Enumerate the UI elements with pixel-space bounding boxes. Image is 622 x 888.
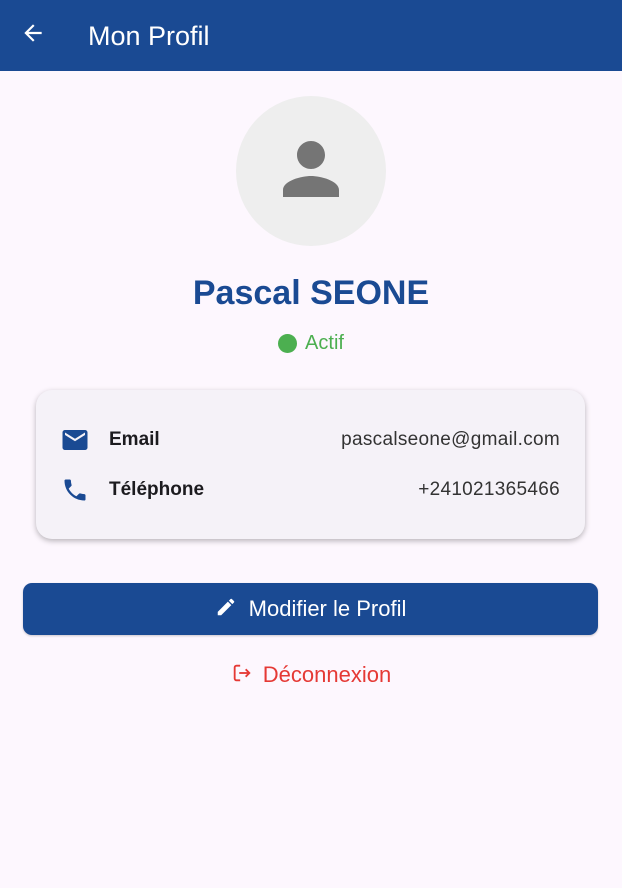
email-value: pascalseone@gmail.com (341, 429, 560, 450)
back-button[interactable] (14, 16, 52, 54)
phone-value: +241021365466 (418, 479, 560, 500)
contact-card: Email pascalseone@gmail.com Téléphone +2… (36, 390, 585, 539)
status-dot-icon (278, 333, 298, 353)
person-icon (269, 127, 353, 216)
mail-icon (60, 425, 90, 455)
arrow-back-icon (20, 20, 46, 51)
page-title: Mon Profil (88, 21, 210, 51)
logout-icon (231, 662, 253, 689)
profile-name: Pascal SEONE (192, 274, 430, 312)
status-label: Actif (305, 332, 344, 354)
status-badge: Actif (0, 330, 622, 356)
phone-row: Téléphone +241021365466 (36, 470, 585, 510)
logout-label: Déconnexion (262, 662, 392, 687)
avatar (236, 96, 386, 246)
logout-button[interactable]: Déconnexion (0, 658, 622, 692)
edit-icon (215, 596, 237, 623)
app-bar: Mon Profil (0, 0, 622, 71)
phone-icon (60, 475, 90, 505)
email-row: Email pascalseone@gmail.com (36, 420, 585, 460)
email-label: Email (109, 429, 160, 450)
edit-profile-label: Modifier le Profil (248, 596, 407, 621)
edit-profile-button[interactable]: Modifier le Profil (23, 583, 598, 635)
phone-label: Téléphone (109, 479, 205, 500)
